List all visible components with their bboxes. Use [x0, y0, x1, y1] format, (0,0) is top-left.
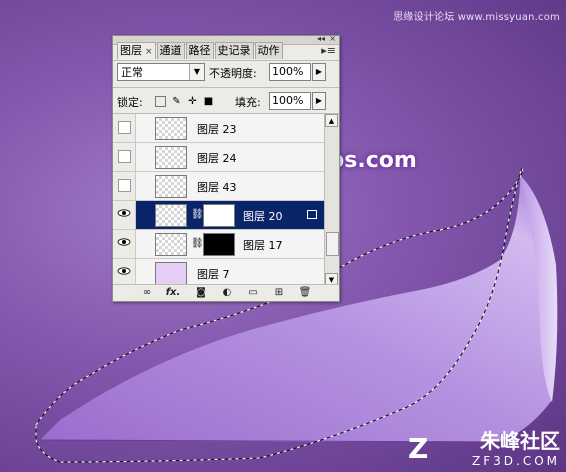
- layer-name: 图层 23: [197, 123, 237, 136]
- tab-layers[interactable]: 图层 ×: [117, 42, 156, 59]
- layer-name: 图层 7: [197, 268, 230, 281]
- panel-menu-icon[interactable]: ▸≡: [321, 44, 336, 57]
- eye-icon: [117, 209, 131, 217]
- lock-all-icon[interactable]: ■: [203, 96, 214, 107]
- layer-name: 图层 20: [243, 210, 283, 223]
- tab-channels[interactable]: 通道: [156, 42, 185, 59]
- tab-paths[interactable]: 路径: [185, 42, 214, 59]
- visibility-toggle[interactable]: [113, 172, 136, 200]
- new-group-icon[interactable]: ▭: [245, 286, 261, 300]
- layer-list: 图层 23 图层 24 图层 43 ⛓ 图层 20 ⛓ 图层 17 图层 7: [113, 114, 339, 286]
- visibility-toggle[interactable]: [113, 230, 136, 258]
- blend-row: 正常 ▼ 不透明度: 100% ▶: [117, 63, 335, 83]
- layer-thumbnail: [155, 175, 187, 198]
- layer-thumbnail: [155, 117, 187, 140]
- layer-row[interactable]: ⛓ 图层 17: [113, 230, 325, 259]
- scroll-up-icon[interactable]: ▲: [325, 114, 338, 127]
- opacity-label: 不透明度:: [209, 67, 257, 80]
- zf3d-logo-icon: Z: [408, 432, 429, 465]
- fill-slider-button[interactable]: ▶: [312, 92, 326, 110]
- eye-icon: [117, 238, 131, 246]
- layer-style-icon[interactable]: [307, 210, 317, 219]
- layer-thumbnail: [155, 262, 187, 285]
- layer-row[interactable]: 图层 23: [113, 114, 325, 143]
- scroll-thumb[interactable]: [326, 232, 339, 256]
- tab-history[interactable]: 史记录: [214, 42, 254, 59]
- layer-thumbnail: [155, 204, 187, 227]
- visibility-toggle[interactable]: [113, 259, 136, 286]
- new-layer-icon[interactable]: ⊞: [271, 286, 287, 300]
- layer-thumbnail: [155, 233, 187, 256]
- fill-label: 填充:: [235, 96, 261, 109]
- layer-name: 图层 43: [197, 181, 237, 194]
- layer-mask-thumbnail[interactable]: [203, 204, 235, 227]
- layer-scrollbar[interactable]: ▲ ▼: [324, 114, 339, 286]
- hidden-box-icon: [118, 179, 131, 192]
- delete-layer-icon[interactable]: 🗑: [297, 286, 313, 300]
- layer-row[interactable]: 图层 43: [113, 172, 325, 201]
- link-icon[interactable]: ⛓: [191, 209, 204, 220]
- tab-actions[interactable]: 动作: [254, 42, 283, 59]
- minimize-icon[interactable]: ◂◂: [317, 34, 325, 43]
- layer-thumbnail: [155, 146, 187, 169]
- watermark-bottom-en: ZF3D.COM: [472, 454, 560, 468]
- eye-icon: [117, 267, 131, 275]
- lock-transparency-icon[interactable]: [155, 96, 166, 107]
- lock-label: 锁定:: [117, 96, 143, 109]
- chevron-down-icon: ▼: [189, 64, 204, 80]
- visibility-toggle[interactable]: [113, 143, 136, 171]
- watermark-bottom-cn: 朱峰社区: [480, 429, 560, 453]
- opacity-field[interactable]: 100%: [269, 63, 311, 81]
- layer-row[interactable]: 图层 24: [113, 143, 325, 172]
- hidden-box-icon: [118, 150, 131, 163]
- fill-field[interactable]: 100%: [269, 92, 311, 110]
- adjustment-layer-icon[interactable]: ◐: [219, 286, 235, 300]
- divider: [113, 87, 339, 88]
- layer-row-selected[interactable]: ⛓ 图层 20: [113, 201, 325, 230]
- link-layers-icon[interactable]: ∞: [139, 286, 155, 300]
- layer-name: 图层 24: [197, 152, 237, 165]
- watermark-bottom: 朱峰社区 ZF3D.COM: [472, 425, 560, 468]
- visibility-toggle[interactable]: [113, 114, 136, 142]
- layer-mask-thumbnail[interactable]: [203, 233, 235, 256]
- divider: [113, 60, 339, 61]
- watermark-top: 思缘设计论坛 www.missyuan.com: [393, 12, 560, 23]
- lock-brush-icon[interactable]: ✎: [171, 96, 182, 107]
- panel-bottom-toolbar: ∞ fx. ◙ ◐ ▭ ⊞ 🗑: [113, 284, 339, 301]
- close-panel-icon[interactable]: ×: [329, 34, 336, 43]
- panel-tabs: 图层 × 通道 路径 史记录 动作: [117, 42, 284, 59]
- layers-panel: ◂◂ × 图层 × 通道 路径 史记录 动作 ▸≡ 正常 ▼ 不透明度: 100%…: [112, 34, 340, 302]
- layer-row[interactable]: 图层 7: [113, 259, 325, 286]
- hidden-box-icon: [118, 121, 131, 134]
- tab-close-icon[interactable]: ×: [145, 47, 153, 57]
- visibility-toggle[interactable]: [113, 201, 136, 229]
- opacity-slider-button[interactable]: ▶: [312, 63, 326, 81]
- lock-row: 锁定: ✎ ✛ ■ 填充: 100% ▶: [117, 92, 335, 112]
- layer-name: 图层 17: [243, 239, 283, 252]
- add-mask-icon[interactable]: ◙: [193, 286, 209, 300]
- lock-move-icon[interactable]: ✛: [187, 96, 198, 107]
- blend-mode-select[interactable]: 正常 ▼: [117, 63, 205, 81]
- link-icon[interactable]: ⛓: [191, 238, 204, 249]
- fx-icon[interactable]: fx.: [165, 286, 181, 300]
